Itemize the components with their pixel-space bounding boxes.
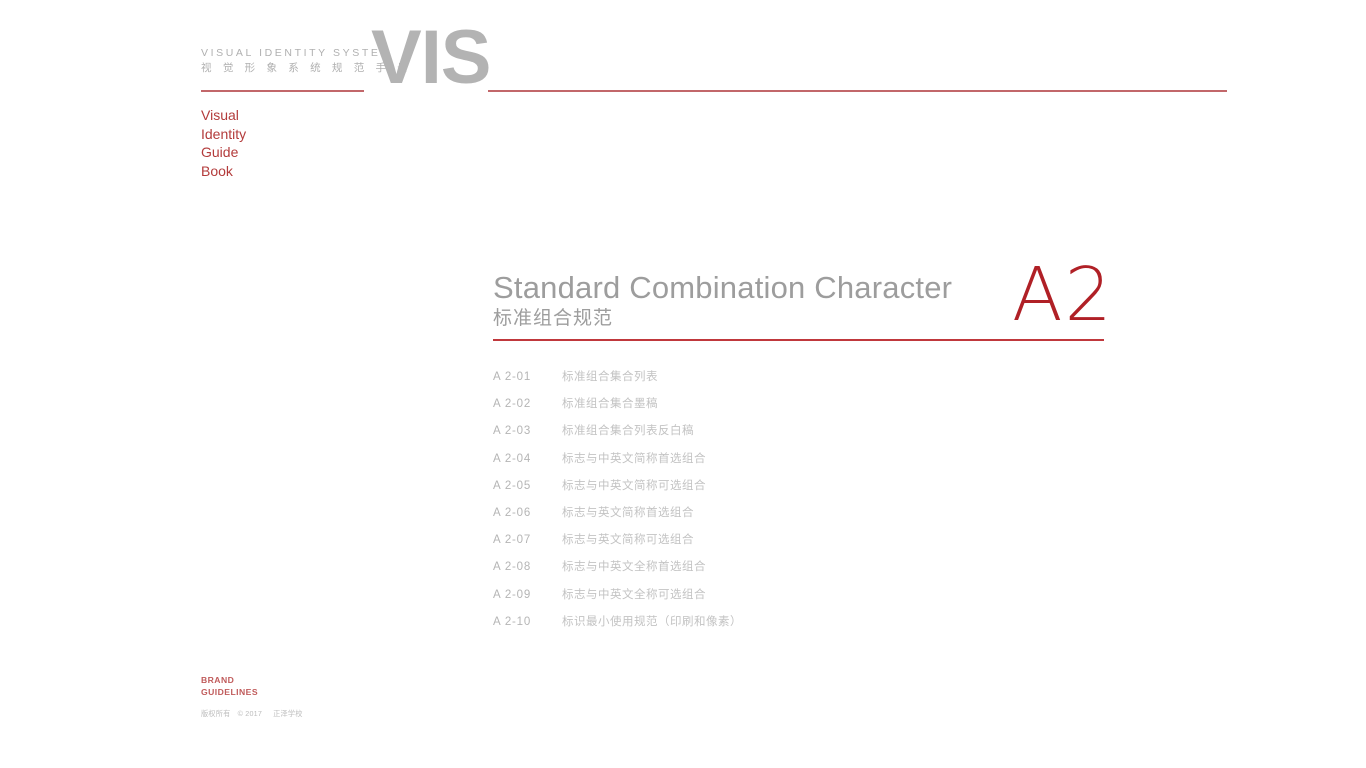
index-row-label: 标志与中英文简称可选组合 bbox=[562, 479, 706, 492]
index-row[interactable]: A 2-02 标准组合集合墨稿 bbox=[493, 395, 1113, 422]
index-row[interactable]: A 2-09 标志与中英文全称可选组合 bbox=[493, 586, 1113, 613]
index-row[interactable]: A 2-01 标准组合集合列表 bbox=[493, 368, 1113, 395]
index-row-code: A 2-04 bbox=[493, 452, 532, 465]
side-title-block: Visual Identity Guide Book bbox=[201, 106, 246, 180]
page-canvas: VISUAL IDENTITY SYSTEM 视 觉 形 象 系 统 规 范 手… bbox=[0, 0, 1366, 768]
index-row-code: A 2-01 bbox=[493, 371, 532, 383]
side-title-line-3: Guide bbox=[201, 144, 239, 161]
index-row-code: A 2-06 bbox=[493, 506, 532, 519]
index-row-code: A 2-05 bbox=[493, 479, 532, 492]
index-row-label: 标志与中英文简称首选组合 bbox=[562, 452, 706, 465]
section-code: A2 bbox=[1012, 252, 1114, 338]
section-index-list: A 2-01 标准组合集合列表 A 2-02 标准组合集合墨稿 A 2-03 标准组合集合… bbox=[493, 368, 1113, 640]
index-row-code: A 2-08 bbox=[493, 561, 532, 574]
footer-brand-line-2: GUIDELINES bbox=[201, 687, 259, 698]
index-row[interactable]: A 2-06 标志与英文简称首选组合 bbox=[493, 504, 1113, 531]
index-row-label: 标准组合集合列表反白稿 bbox=[562, 425, 694, 438]
copyright-symbol: © bbox=[237, 709, 244, 718]
index-row[interactable]: A 2-03 标准组合集合列表反白稿 bbox=[493, 422, 1113, 449]
copyright-owner: 正泽学校 bbox=[273, 709, 303, 718]
index-row-label: 标志与中英文全称可选组合 bbox=[562, 588, 706, 601]
index-row[interactable]: A 2-04 标志与中英文简称首选组合 bbox=[493, 450, 1113, 477]
index-row[interactable]: A 2-08 标志与中英文全称首选组合 bbox=[493, 558, 1113, 585]
masthead-divider-rule bbox=[201, 90, 364, 92]
index-row-label: 标志与英文简称首选组合 bbox=[562, 506, 694, 519]
vis-logo: VIS bbox=[371, 15, 491, 100]
index-row-code: A 2-09 bbox=[493, 588, 532, 601]
index-row-label: 标志与中英文全称首选组合 bbox=[562, 561, 706, 574]
footer-copyright: 版权所有 © 2017 正泽学校 bbox=[201, 709, 303, 719]
header-divider-rule bbox=[488, 90, 1227, 92]
side-title-line-4: Book bbox=[201, 162, 233, 179]
index-row[interactable]: A 2-05 标志与中英文简称可选组合 bbox=[493, 477, 1113, 504]
index-row-label: 标志与英文简称可选组合 bbox=[562, 534, 694, 547]
copyright-text: 版权所有 bbox=[201, 709, 231, 718]
index-row-label: 标准组合集合列表 bbox=[562, 371, 658, 383]
index-row[interactable]: A 2-10 标识最小使用规范（印刷和像素） bbox=[493, 613, 1113, 640]
side-title-line-2: Identity bbox=[201, 125, 247, 142]
index-row-label: 标准组合集合墨稿 bbox=[562, 398, 658, 411]
index-row-code: A 2-02 bbox=[493, 398, 532, 411]
index-row-code: A 2-10 bbox=[493, 615, 532, 628]
index-row-label: 标识最小使用规范（印刷和像素） bbox=[562, 615, 742, 628]
index-row-code: A 2-07 bbox=[493, 534, 532, 547]
copyright-year: 2017 bbox=[245, 709, 263, 718]
index-row[interactable]: A 2-07 标志与英文简称可选组合 bbox=[493, 531, 1113, 558]
footer-brand-line-1: BRAND bbox=[201, 675, 235, 685]
section-divider-rule bbox=[493, 339, 1104, 341]
index-row-code: A 2-03 bbox=[493, 425, 532, 438]
side-title-line-1: Visual bbox=[201, 107, 239, 123]
footer-brand-label: BRAND GUIDELINES bbox=[201, 674, 258, 699]
